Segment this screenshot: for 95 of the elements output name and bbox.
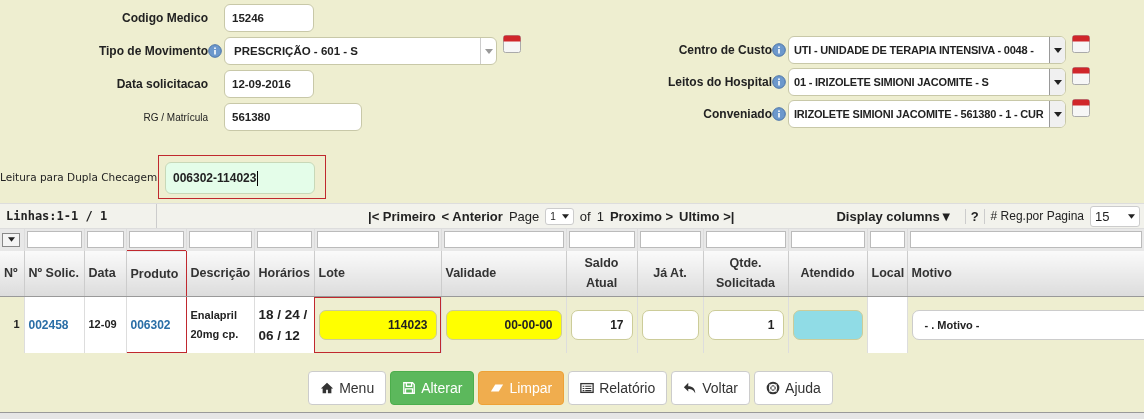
of-label: of (579, 208, 591, 224)
column-header[interactable]: Motivo (907, 250, 1144, 297)
column-header[interactable]: Local (867, 250, 907, 297)
input-field[interactable]: 17 (570, 309, 633, 340)
table-cell: Enalapril 20mg cp. (186, 296, 254, 353)
last-page-link[interactable]: Ultimo >| (679, 208, 735, 224)
column-header[interactable]: Já At. (637, 250, 703, 297)
filter-field[interactable] (639, 231, 701, 249)
field-label: Leitos do Hospital (667, 75, 772, 89)
select-field[interactable]: 01 - IRIZOLETE SIMIONI JACOMITE - S (788, 68, 1066, 96)
field-label: RG / Matrícula (142, 111, 208, 123)
select-field[interactable]: PRESCRIÇÃO - 601 - S (224, 37, 497, 65)
save-icon (402, 381, 417, 395)
calendar-icon[interactable] (503, 35, 521, 53)
dropdown-arrow-icon (1053, 47, 1062, 53)
horizontal-scrollbar[interactable] (0, 412, 1144, 419)
previous-page-link[interactable]: < Anterior (441, 208, 503, 224)
input-field[interactable] (641, 309, 699, 340)
action-button[interactable]: Menu (308, 371, 387, 405)
page-label: Page (508, 208, 540, 224)
dropdown-arrow-icon (1053, 79, 1062, 85)
help-link[interactable]: ? (964, 208, 985, 224)
input-field[interactable]: 561380 (224, 103, 362, 131)
first-page-link[interactable]: |< Primeiro (368, 208, 436, 224)
select-field[interactable]: UTI - UNIDADE DE TERAPIA INTENSIVA - 0048 - (788, 36, 1066, 64)
filter-field[interactable] (26, 231, 82, 249)
row-count: Linhas:1-1 / 1 (5, 209, 109, 223)
column-header[interactable]: Data (84, 250, 126, 297)
filter-field[interactable] (443, 231, 564, 249)
info-icon[interactable] (772, 75, 786, 89)
filter-field[interactable] (790, 231, 865, 249)
input-field[interactable]: 00-00-00 (445, 309, 562, 340)
filter-field[interactable] (705, 231, 786, 249)
per-page-label: # Reg.por Pagina (990, 209, 1084, 223)
display-columns-menu[interactable]: Display columns▼ (836, 208, 953, 224)
info-icon[interactable] (772, 43, 786, 57)
select-field[interactable]: IRIZOLETE SIMIONI JACOMITE - 561380 - 1 - CUR (788, 100, 1066, 128)
dropdown-arrow-icon (7, 237, 15, 243)
table-cell: 1 (0, 296, 24, 353)
calendar-icon[interactable] (1072, 35, 1090, 53)
info-icon[interactable] (772, 107, 786, 121)
input-field[interactable]: 114023 (318, 309, 437, 340)
dropdown-arrow-icon (1053, 111, 1062, 117)
page-select[interactable]: 1 (545, 207, 574, 225)
column-header[interactable]: Nº Solic. (24, 250, 84, 297)
calendar-icon[interactable] (1072, 67, 1090, 85)
info-icon[interactable] (208, 44, 222, 58)
field-label: Centro de Custo (677, 43, 772, 57)
filter-field[interactable] (188, 231, 252, 249)
column-header[interactable]: Descrição (186, 250, 254, 297)
reply-arrow-icon (683, 381, 698, 395)
filter-field[interactable] (869, 231, 905, 249)
filter-field[interactable] (86, 231, 124, 249)
input-field[interactable]: 12-09-2016 (224, 70, 314, 98)
action-button[interactable]: Voltar (671, 371, 751, 405)
next-page-link[interactable]: Proximo > (609, 208, 674, 224)
dropdown-arrow-icon (1128, 213, 1135, 219)
action-button[interactable]: Relatório (568, 371, 668, 405)
page-total: 1 (596, 208, 604, 224)
table-cell: 18 / 24 / 06 / 12 (254, 296, 314, 353)
input-field[interactable]: 15246 (224, 4, 314, 32)
field-label: Data solicitacao (115, 77, 208, 91)
column-header[interactable]: Saldo Atual (566, 250, 637, 297)
column-menu-button[interactable] (2, 232, 20, 247)
column-header[interactable]: Horários (254, 250, 314, 297)
field-label: Leitura para Dupla Checagem (0, 171, 158, 183)
home-icon (320, 381, 335, 395)
field-label: Codigo Medico (121, 11, 208, 25)
list-icon (580, 381, 595, 395)
column-header[interactable]: Validade (441, 250, 566, 297)
filter-field[interactable] (316, 231, 439, 249)
table-link[interactable]: 002458 (28, 317, 69, 332)
lifebuoy-icon (766, 381, 781, 395)
table-cell: 12-09 (84, 296, 126, 353)
filter-field[interactable] (256, 231, 312, 249)
input-field[interactable] (792, 309, 863, 340)
table-link[interactable]: 006302 (130, 317, 171, 332)
input-field[interactable]: 1 (707, 309, 784, 340)
column-header[interactable]: Qtde. Solicitada (703, 250, 788, 297)
filter-field[interactable] (909, 231, 1142, 249)
column-header[interactable]: Atendido (788, 250, 867, 297)
filter-field[interactable] (568, 231, 635, 249)
column-header[interactable]: Nº (0, 250, 24, 297)
filter-field[interactable] (128, 231, 184, 248)
dropdown-arrow-icon (484, 48, 493, 54)
column-header[interactable]: Produto (126, 250, 186, 297)
input-field[interactable]: 006302-114023 (165, 162, 315, 194)
action-button[interactable]: Ajuda (754, 371, 833, 405)
field-label: Conveniado (702, 107, 772, 121)
column-header[interactable]: Lote (314, 250, 441, 297)
per-page-select[interactable]: 15 (1090, 205, 1140, 227)
field-label: Tipo de Movimento (97, 44, 208, 58)
dropdown-arrow-icon (561, 213, 569, 219)
select-field[interactable]: - . Motivo - (911, 309, 1144, 340)
calendar-icon[interactable] (1072, 99, 1090, 117)
